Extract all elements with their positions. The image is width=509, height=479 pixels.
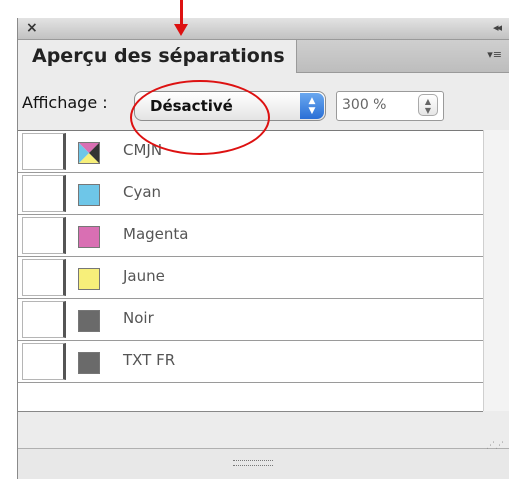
separations-preview-panel: × ◂◂ Aperçu des séparations ▾≡ Affichage… [17,18,509,479]
panel-menu-icon[interactable]: ▾≡ [487,48,502,61]
panel-tab-row: Aperçu des séparations ▾≡ [18,40,509,73]
visibility-checkbox[interactable] [22,301,66,338]
visibility-checkbox[interactable] [22,175,66,212]
separation-name: Magenta [123,225,189,243]
drag-handle-icon[interactable] [233,460,273,466]
zoom-value: 300 % [342,97,387,113]
separation-row[interactable]: Magenta [18,215,483,257]
separation-row[interactable]: TXT FR [18,341,483,383]
list-scrollbar[interactable] [483,130,509,411]
color-swatch-icon [78,268,100,290]
separation-name: Jaune [123,267,165,285]
annotation-arrow [180,0,183,24]
annotation-circle [130,80,270,155]
annotation-arrow-head [174,24,188,36]
visibility-checkbox[interactable] [22,217,66,254]
separation-name: Noir [123,309,154,327]
separation-name: Cyan [123,183,162,201]
zoom-field[interactable]: 300 % ▲ ▼ [336,91,444,121]
visibility-checkbox[interactable] [22,133,66,170]
color-swatch-icon [78,226,100,248]
separations-list: CMJN Cyan Magenta Jaune Noir TXT FR [18,130,483,412]
cmyk-swatch-icon [78,142,100,164]
close-icon[interactable]: × [26,20,38,36]
separation-row[interactable]: Jaune [18,257,483,299]
separation-row[interactable]: Noir [18,299,483,341]
panel-footer [18,413,509,449]
tab-separations-preview[interactable]: Aperçu des séparations [18,40,297,73]
color-swatch-icon [78,184,100,206]
display-label: Affichage : [22,93,108,112]
separation-row[interactable]: Cyan [18,173,483,215]
zoom-stepper[interactable]: ▲ ▼ [418,94,438,116]
collapse-panel-icon[interactable]: ◂◂ [493,21,502,34]
select-arrows-icon: ▲ ▼ [300,93,324,119]
color-swatch-icon [78,310,100,332]
visibility-checkbox[interactable] [22,343,66,380]
separation-name: TXT FR [123,351,176,369]
panel-titlebar: × ◂◂ [18,18,509,40]
tab-label: Aperçu des séparations [32,45,285,67]
visibility-checkbox[interactable] [22,259,66,296]
color-swatch-icon [78,352,100,374]
